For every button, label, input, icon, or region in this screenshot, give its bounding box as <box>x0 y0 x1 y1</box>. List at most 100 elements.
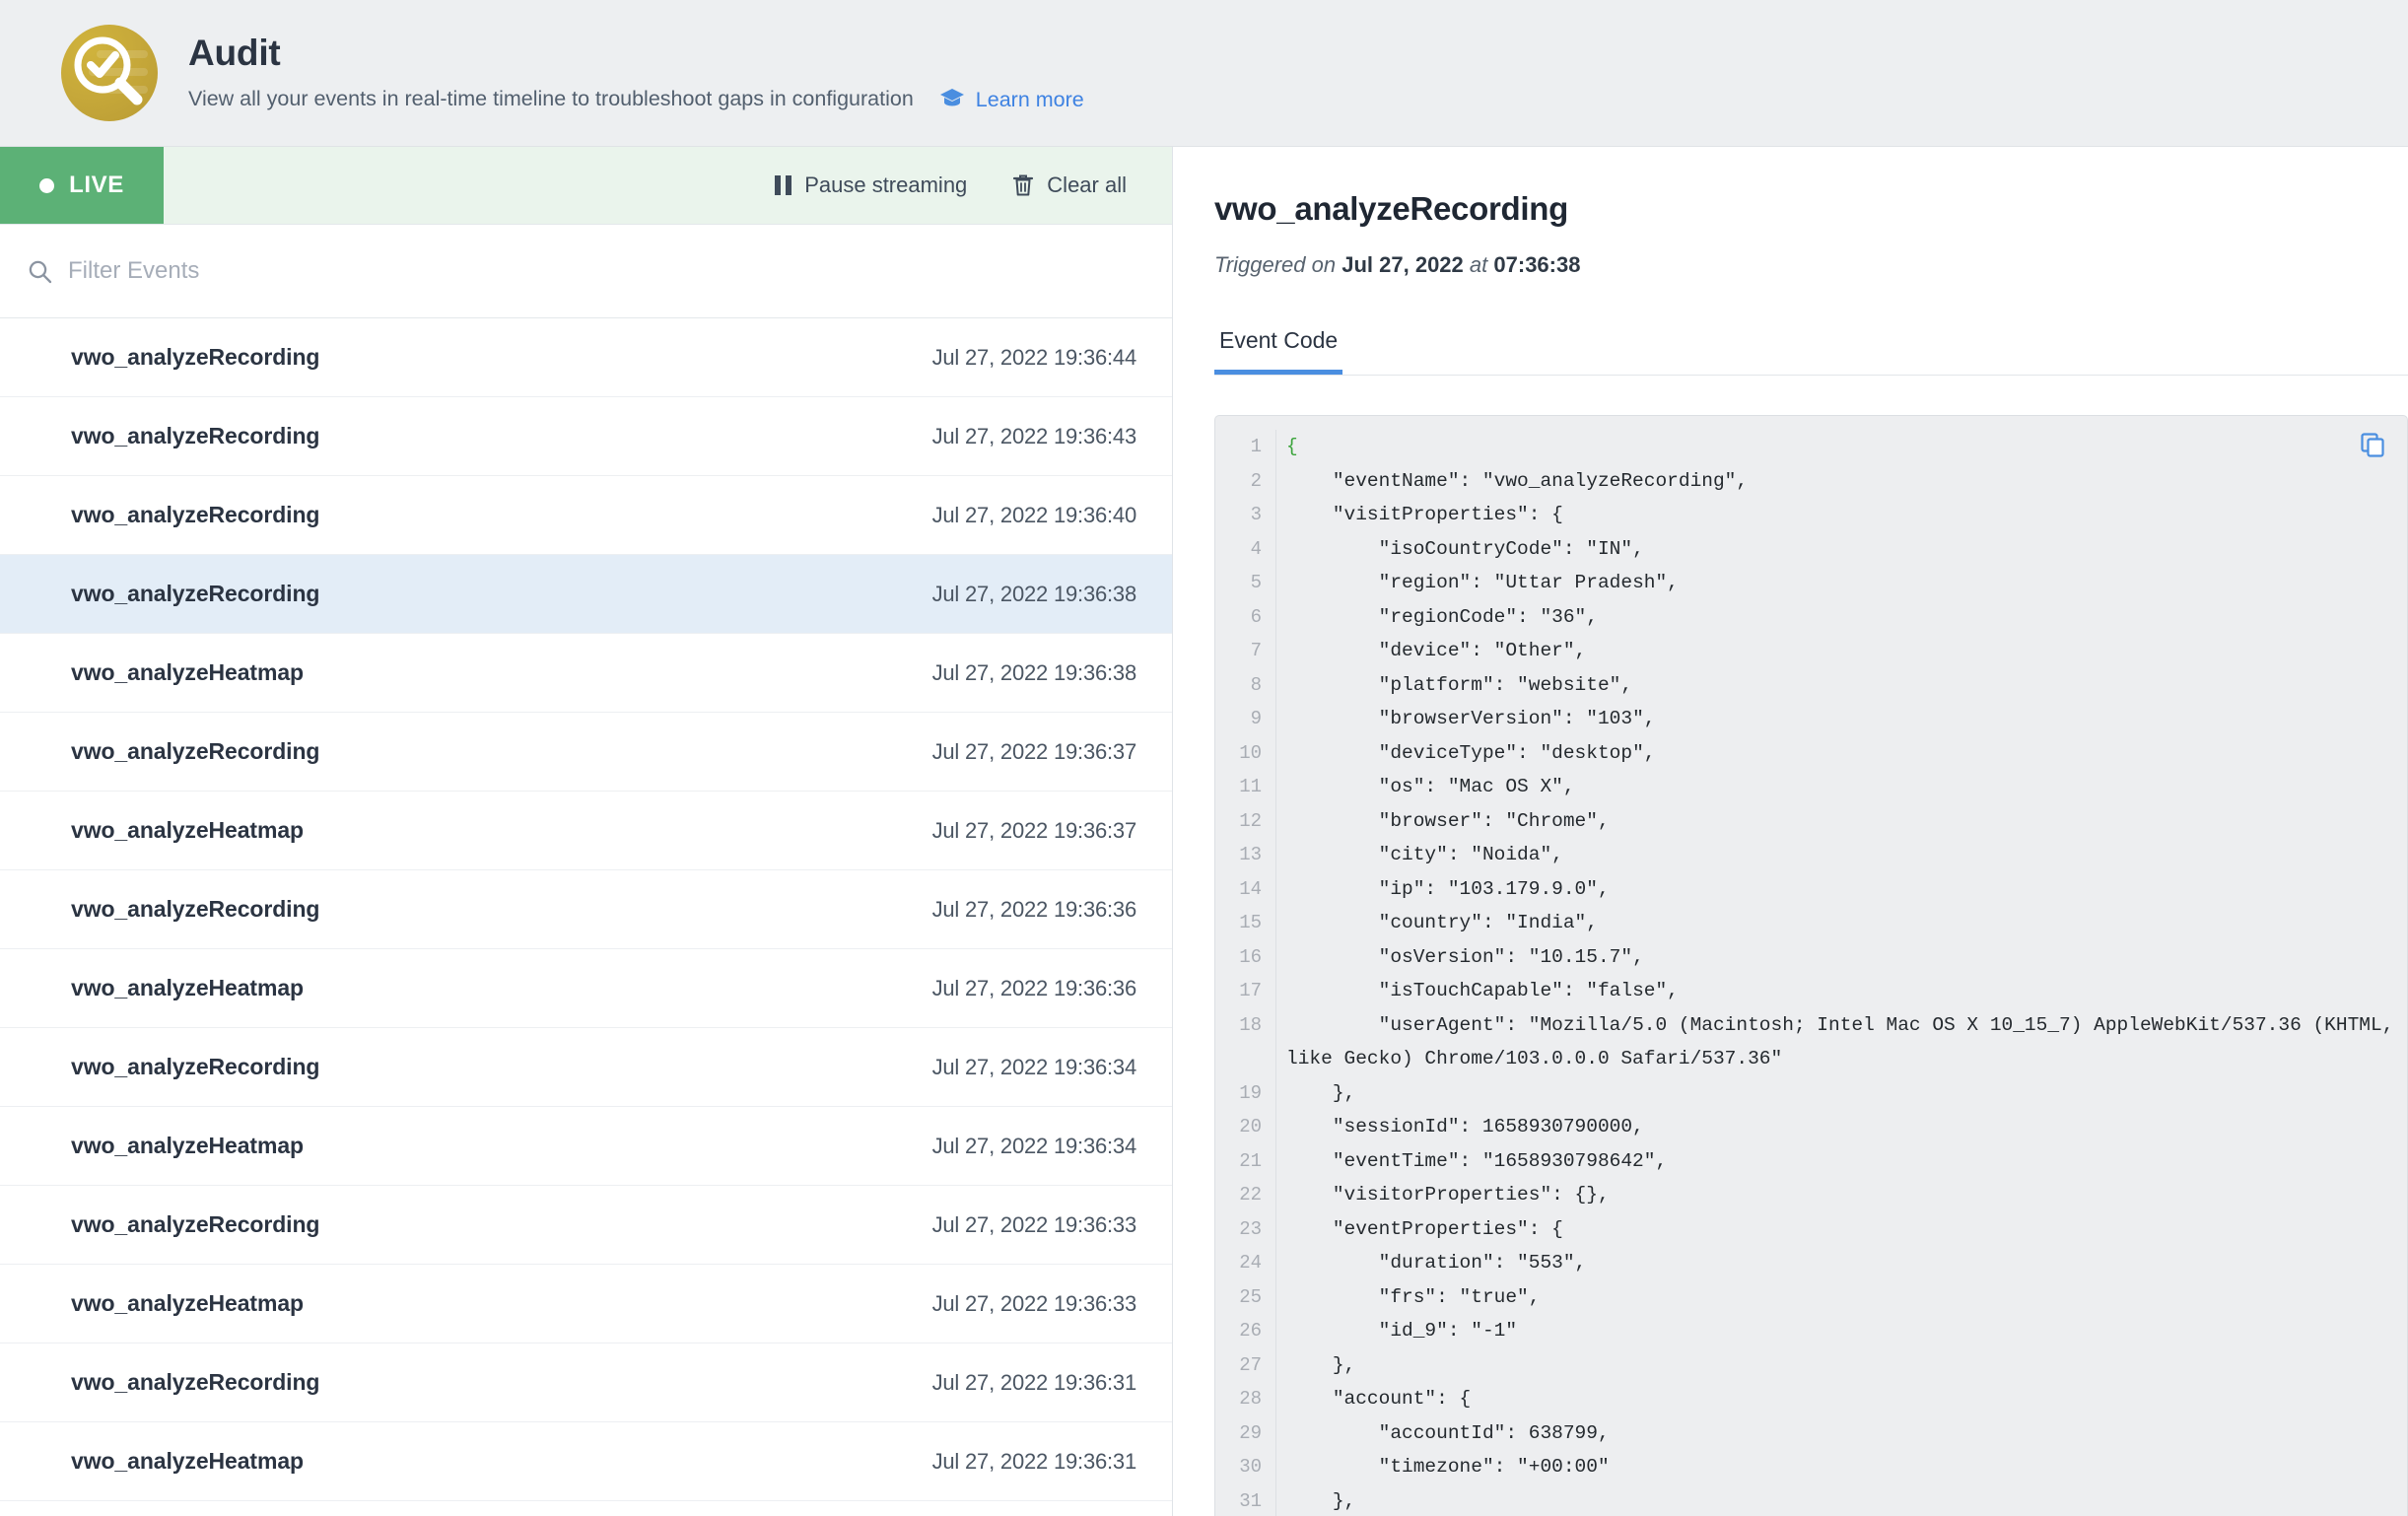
pause-icon <box>775 175 792 195</box>
code-line: }, <box>1286 1489 1356 1512</box>
learn-more-group[interactable]: Learn more <box>939 88 1084 112</box>
event-code-block[interactable]: 1 2 3 4 5 6 7 8 9 10 11 12 13 14 15 16 17 18 19 20 21 22 23 24 2… <box>1214 415 2408 1516</box>
code-line-number: 23 <box>1239 1217 1262 1240</box>
event-list-item[interactable]: vwo_analyzeRecording Jul 27, 2022 19:36:4… <box>0 476 1172 555</box>
code-line: { <box>1286 436 1298 457</box>
event-list-item[interactable]: vwo_analyzeRecording Jul 27, 2022 19:36:3… <box>0 555 1172 634</box>
event-list-item[interactable]: vwo_analyzeHeatmap Jul 27, 2022 19:36:38 <box>0 634 1172 713</box>
stream-toolbar: LIVE Pause streaming Clear all <box>0 147 1172 225</box>
event-code-wrap: 1 2 3 4 5 6 7 8 9 10 11 12 13 14 15 16 17 18 19 20 21 22 23 24 2… <box>1214 415 2408 1516</box>
code-line: "eventName": "vwo_analyzeRecording", <box>1286 469 1749 492</box>
code-line-number: 18 <box>1239 1013 1262 1036</box>
learn-more-link[interactable]: Learn more <box>976 88 1084 112</box>
pause-streaming-button[interactable]: Pause streaming <box>775 172 967 198</box>
header-subtitle-row: View all your events in real-time timeli… <box>188 86 1084 113</box>
header-text-group: Audit View all your events in real-time … <box>188 33 1084 113</box>
event-timestamp: Jul 27, 2022 19:36:37 <box>931 817 1137 843</box>
code-line: "isoCountryCode": "IN", <box>1286 537 1644 560</box>
code-line-number: 31 <box>1239 1489 1262 1512</box>
code-line: "ip": "103.179.9.0", <box>1286 877 1610 900</box>
stream-actions: Pause streaming Clear all <box>164 147 1172 224</box>
code-line: "visitorProperties": {}, <box>1286 1184 1610 1206</box>
event-list-item[interactable]: vwo_analyzeRecording Jul 27, 2022 19:36:4… <box>0 397 1172 476</box>
code-line: "accountId": 638799, <box>1286 1421 1610 1444</box>
code-line: "regionCode": "36", <box>1286 605 1598 628</box>
event-name: vwo_analyzeHeatmap <box>71 1133 304 1158</box>
triggered-prefix-label: Triggered on <box>1214 252 1337 277</box>
code-line-number: 17 <box>1239 980 1262 1001</box>
code-line: "country": "India", <box>1286 912 1598 933</box>
code-line: "userAgent": "Mozilla/5.0 (Macintosh; In… <box>1286 1013 2406 1070</box>
code-line-number: 8 <box>1250 673 1262 696</box>
event-detail-title: vwo_analyzeRecording <box>1214 190 1568 227</box>
event-name: vwo_analyzeRecording <box>71 423 320 448</box>
event-name: vwo_analyzeHeatmap <box>71 975 304 1000</box>
code-line: "platform": "website", <box>1286 673 1633 696</box>
copy-icon[interactable] <box>2360 432 2385 462</box>
event-list-item[interactable]: vwo_analyzeRecording Jul 27, 2022 19:36:3… <box>0 713 1172 792</box>
event-list-item[interactable]: vwo_analyzeRecording Jul 27, 2022 19:36:4… <box>0 318 1172 397</box>
event-name: vwo_analyzeHeatmap <box>71 1448 304 1474</box>
code-line: "city": "Noida", <box>1286 844 1563 865</box>
event-timestamp: Jul 27, 2022 19:36:43 <box>931 423 1137 448</box>
event-timestamp: Jul 27, 2022 19:36:36 <box>931 896 1137 922</box>
code-line: "deviceType": "desktop", <box>1286 741 1656 764</box>
code-line-number: 20 <box>1239 1116 1262 1137</box>
event-list[interactable]: vwo_analyzeRecording Jul 27, 2022 19:36:4… <box>0 318 1172 1516</box>
code-line-number: 9 <box>1250 708 1262 729</box>
event-name: vwo_analyzeRecording <box>71 738 320 764</box>
event-name: vwo_analyzeRecording <box>71 344 320 370</box>
code-line-number: 22 <box>1239 1184 1262 1206</box>
page-title: Audit <box>188 32 281 73</box>
search-input[interactable] <box>68 257 984 285</box>
code-line: "browser": "Chrome", <box>1286 809 1610 832</box>
event-timestamp: Jul 27, 2022 19:36:33 <box>931 1290 1137 1316</box>
event-timestamp: Jul 27, 2022 19:36:34 <box>931 1133 1137 1158</box>
graduation-cap-icon <box>939 88 965 112</box>
event-list-item[interactable]: vwo_analyzeHeatmap Jul 27, 2022 19:36:37 <box>0 792 1172 870</box>
code-line-number: 27 <box>1239 1353 1262 1376</box>
code-line-number: 28 <box>1239 1388 1262 1410</box>
event-name: vwo_analyzeRecording <box>71 581 320 606</box>
event-triggered-info: Triggered on Jul 27, 2022 at 07:36:38 <box>1214 252 2408 278</box>
live-status-badge[interactable]: LIVE <box>0 147 164 224</box>
event-name: vwo_analyzeRecording <box>71 1211 320 1237</box>
event-list-item[interactable]: vwo_analyzeRecording Jul 27, 2022 19:36:3… <box>0 1344 1172 1422</box>
code-line: "id_9": "-1" <box>1286 1320 1518 1342</box>
audit-magnifier-check-icon <box>61 25 158 121</box>
event-timestamp: Jul 27, 2022 19:36:44 <box>931 344 1137 370</box>
triggered-time: 07:36:38 <box>1493 252 1581 277</box>
triggered-at-word: at <box>1469 252 1488 277</box>
clear-all-button[interactable]: Clear all <box>1012 172 1127 198</box>
code-line: "eventTime": "1658930798642", <box>1286 1149 1668 1172</box>
event-name: vwo_analyzeRecording <box>71 1054 320 1079</box>
event-name: vwo_analyzeRecording <box>71 502 320 527</box>
event-name: vwo_analyzeHeatmap <box>71 1290 304 1316</box>
pause-streaming-label: Pause streaming <box>804 172 968 197</box>
tab-event-code[interactable]: Event Code <box>1214 327 1343 375</box>
code-line: }, <box>1286 1081 1356 1104</box>
code-line: "osVersion": "10.15.7", <box>1286 945 1644 968</box>
code-line: "duration": "553", <box>1286 1252 1587 1274</box>
code-line: "region": "Uttar Pradesh", <box>1286 572 1679 593</box>
code-line-number: 26 <box>1239 1320 1262 1342</box>
code-line-number: 29 <box>1239 1421 1262 1444</box>
code-line-number: 14 <box>1239 877 1262 900</box>
code-line: "device": "Other", <box>1286 640 1587 661</box>
event-list-item[interactable]: vwo_analyzeHeatmap Jul 27, 2022 19:36:36 <box>0 949 1172 1028</box>
code-line: "account": { <box>1286 1388 1472 1410</box>
event-list-item[interactable]: vwo_analyzeHeatmap Jul 27, 2022 19:36:33 <box>0 1265 1172 1344</box>
event-list-item[interactable]: vwo_analyzeHeatmap Jul 27, 2022 19:36:31 <box>0 1422 1172 1501</box>
event-list-item[interactable]: vwo_analyzeRecording Jul 27, 2022 19:36:3… <box>0 1186 1172 1265</box>
code-line: "frs": "true", <box>1286 1285 1541 1308</box>
code-line-numbers: 1 2 3 4 5 6 7 8 9 10 11 12 13 14 15 16 17 18 19 20 21 22 23 24 2… <box>1215 430 1276 1516</box>
code-line-number: 10 <box>1239 741 1262 764</box>
event-list-item[interactable]: vwo_analyzeHeatmap Jul 27, 2022 19:36:34 <box>0 1107 1172 1186</box>
event-timestamp: Jul 27, 2022 19:36:36 <box>931 975 1137 1000</box>
code-line-number: 16 <box>1239 945 1262 968</box>
live-label: LIVE <box>69 172 124 198</box>
code-line-number: 19 <box>1239 1081 1262 1104</box>
event-list-item[interactable]: vwo_analyzeRecording Jul 27, 2022 19:36:3… <box>0 1028 1172 1107</box>
event-list-item[interactable]: vwo_analyzeRecording Jul 27, 2022 19:36:3… <box>0 870 1172 949</box>
filter-events-row[interactable] <box>0 225 1172 318</box>
